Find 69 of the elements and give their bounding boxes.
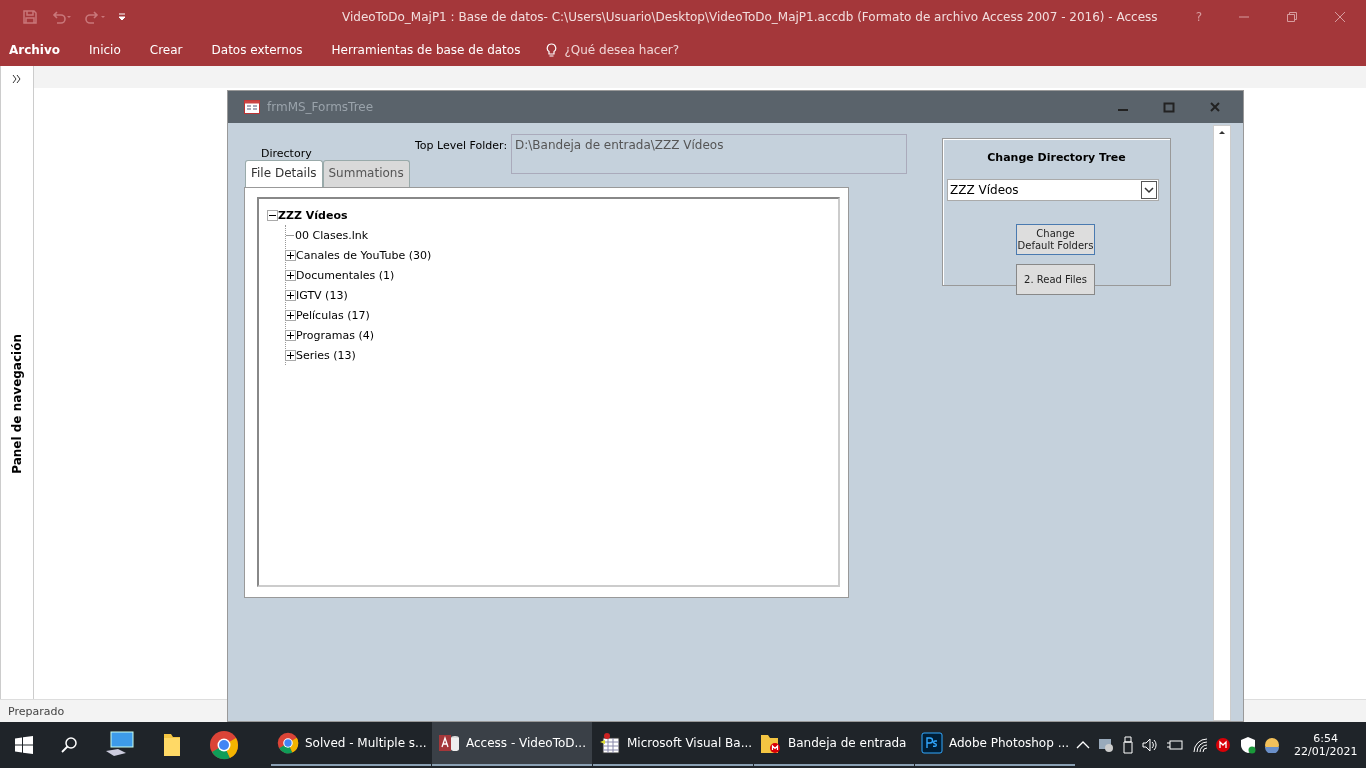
folder-dropdown[interactable]: ZZZ Vídeos [947, 179, 1159, 201]
ribbon-tab[interactable]: Archivo [0, 43, 61, 57]
chevron-up-icon[interactable] [1076, 740, 1090, 750]
search-field[interactable]: ¿Qué desea hacer? [564, 43, 680, 57]
status-text: Preparado [8, 704, 65, 718]
restore-icon[interactable] [1286, 11, 1298, 23]
chrome-icon[interactable] [209, 730, 239, 760]
ribbon-tab[interactable]: Crear [140, 43, 183, 57]
read-files-button[interactable]: 2. Read Files [1016, 264, 1095, 295]
customize-caret-icon[interactable] [118, 13, 126, 21]
usb-icon[interactable] [1122, 736, 1134, 754]
tab[interactable]: Summations [322, 160, 410, 187]
taskbar-button[interactable]: Adobe Photoshop ... [915, 722, 1075, 766]
tree-item[interactable]: Documentales (1) [296, 268, 395, 282]
close-icon[interactable] [1209, 101, 1221, 113]
group-title: Change Directory Tree [986, 151, 1127, 164]
lightbulb-icon [546, 42, 558, 58]
tree-item[interactable]: Canales de YouTube (30) [296, 248, 432, 262]
clock-date[interactable]: 22/01/2021 [1294, 745, 1358, 758]
ribbon-tab[interactable]: Datos externos [202, 43, 303, 57]
expand-icon[interactable] [12, 74, 22, 84]
computer-icon[interactable] [105, 731, 135, 759]
taskbar-button[interactable]: Microsoft Visual Ba... [593, 722, 753, 766]
tree-item[interactable]: ZZZ Vídeos [278, 208, 348, 222]
folder-icon[interactable] [162, 732, 182, 758]
tree-item[interactable]: IGTV (13) [296, 288, 348, 302]
tree-item[interactable]: 00 Clases.lnk [295, 228, 369, 242]
battery-icon[interactable] [1166, 738, 1184, 752]
maximize-icon[interactable] [1163, 101, 1175, 113]
ribbon-tab[interactable]: Inicio [80, 43, 121, 57]
scrollbar[interactable] [1213, 125, 1231, 721]
weather-icon[interactable] [1264, 737, 1280, 753]
navigation-pane-label[interactable]: Panel de navegación [10, 334, 24, 474]
expand-toggle[interactable] [285, 349, 296, 361]
folder-icon [760, 732, 782, 754]
change-default-folders-button[interactable]: Change Default Folders [1016, 224, 1095, 255]
taskbar-button[interactable]: Bandeja de entrada [754, 722, 914, 766]
windows-start-icon[interactable] [15, 736, 33, 754]
ribbon-tab[interactable]: Herramientas de base de datos [322, 43, 521, 57]
mega-icon[interactable] [1216, 737, 1232, 753]
database-icon [438, 732, 460, 754]
tree-item[interactable]: Programas (4) [296, 328, 374, 342]
collapse-toggle[interactable] [267, 209, 278, 221]
chrome-icon [277, 732, 299, 754]
photoshop-icon [921, 732, 943, 754]
expand-toggle[interactable] [285, 249, 296, 261]
window-title: VideoToDo_MajP1 : Base de datos- C:\Users\Usuario\Desktop\VideoToDo_MajP1.accdb (Formato de archivo Access 2007 - 2016) - Access [342, 10, 1158, 24]
volume-icon[interactable] [1142, 737, 1158, 753]
form-icon [244, 100, 260, 114]
expand-toggle[interactable] [285, 269, 296, 281]
taskbar-button[interactable]: Solved - Multiple s... [271, 722, 431, 766]
network-drive-icon[interactable] [1098, 737, 1114, 753]
taskbar-button[interactable]: Access - VideoToD... [432, 722, 592, 766]
expand-toggle[interactable] [285, 329, 296, 341]
close-icon[interactable] [1334, 11, 1346, 23]
wifi-icon[interactable] [1192, 737, 1208, 753]
directory-label: Directory [261, 147, 312, 160]
tree-item[interactable]: Series (13) [296, 348, 356, 362]
top-level-folder-field[interactable]: D:\Bandeja de entrada\ZZZ Vídeos [511, 134, 907, 174]
expand-toggle[interactable] [285, 289, 296, 301]
tree-item[interactable]: Películas (17) [296, 308, 370, 322]
search-icon[interactable] [60, 736, 78, 754]
expand-toggle[interactable] [285, 309, 296, 321]
shield-icon[interactable] [1240, 736, 1256, 754]
top-level-folder-label: Top Level Folder: [415, 139, 508, 152]
tab[interactable]: File Details [245, 160, 323, 188]
grid-window-icon [599, 732, 621, 754]
form-title: frmMS_FormsTree [267, 100, 374, 114]
clock-time[interactable]: 6:54 [1313, 732, 1339, 745]
